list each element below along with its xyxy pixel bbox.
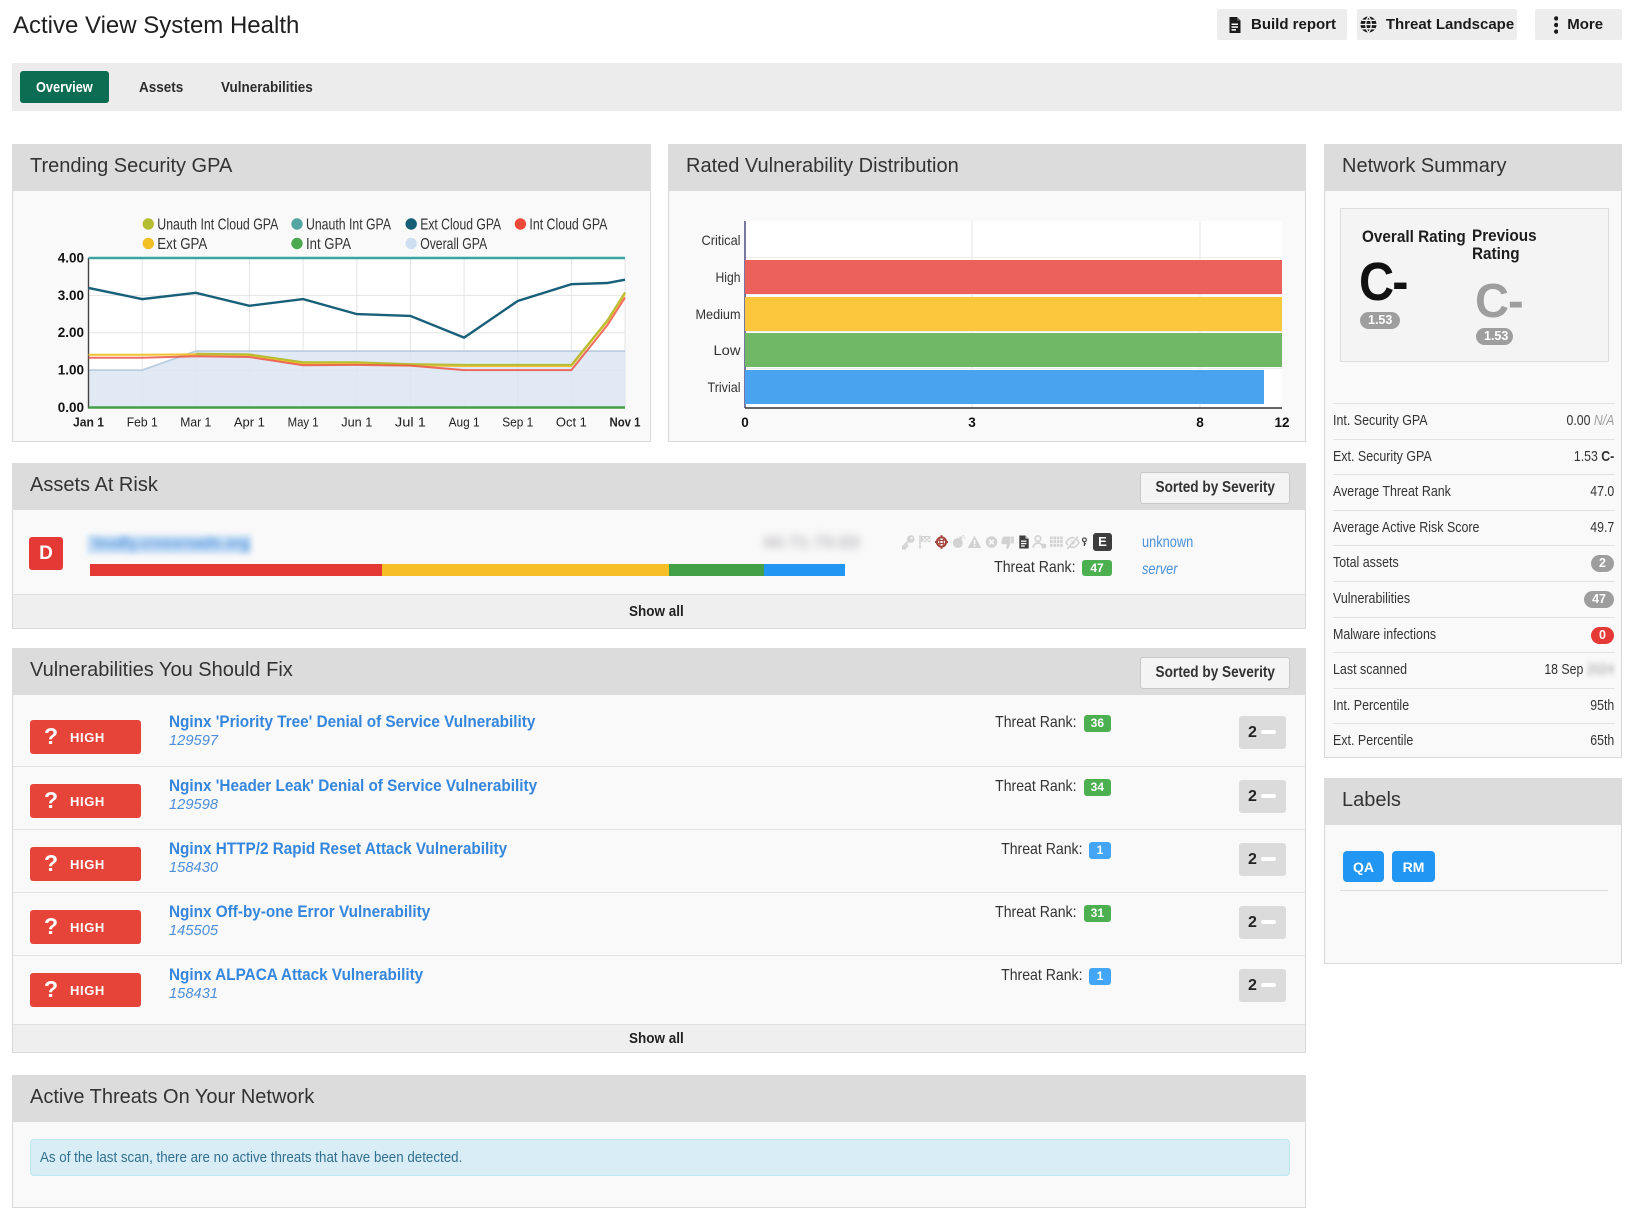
svg-text:8: 8 xyxy=(1196,415,1204,430)
svg-text:Jan 1: Jan 1 xyxy=(73,415,104,430)
svg-text:0.00: 0.00 xyxy=(58,400,84,415)
svg-text:Medium: Medium xyxy=(696,306,741,322)
svg-text:Int GPA: Int GPA xyxy=(306,236,351,253)
svg-text:Unauth Int GPA: Unauth Int GPA xyxy=(306,217,391,234)
svg-text:Apr 1: Apr 1 xyxy=(234,415,265,430)
svg-text:Nov 1: Nov 1 xyxy=(610,415,641,430)
svg-text:1.00: 1.00 xyxy=(58,363,84,378)
svg-text:Int Cloud GPA: Int Cloud GPA xyxy=(529,217,607,234)
svg-text:Jul 1: Jul 1 xyxy=(395,415,426,430)
svg-text:Critical: Critical xyxy=(702,232,741,248)
svg-text:3.00: 3.00 xyxy=(58,288,84,303)
svg-text:Trivial: Trivial xyxy=(708,379,741,395)
svg-text:Aug 1: Aug 1 xyxy=(449,415,480,430)
svg-text:2.00: 2.00 xyxy=(58,325,84,340)
svg-text:High: High xyxy=(716,269,741,285)
svg-text:Ext Cloud GPA: Ext Cloud GPA xyxy=(420,217,501,234)
svg-text:12: 12 xyxy=(1274,415,1289,430)
svg-text:Unauth Int Cloud GPA: Unauth Int Cloud GPA xyxy=(157,217,278,234)
svg-text:Oct 1: Oct 1 xyxy=(556,415,587,430)
svg-text:Low: Low xyxy=(714,342,742,358)
svg-text:3: 3 xyxy=(968,415,976,430)
svg-text:May 1: May 1 xyxy=(288,415,319,430)
svg-text:4.00: 4.00 xyxy=(58,251,84,266)
svg-text:Ext GPA: Ext GPA xyxy=(157,236,207,253)
svg-text:0: 0 xyxy=(741,415,749,430)
svg-text:Mar 1: Mar 1 xyxy=(180,415,211,430)
svg-text:Jun 1: Jun 1 xyxy=(341,415,372,430)
svg-text:Feb 1: Feb 1 xyxy=(127,415,158,430)
svg-text:Sep 1: Sep 1 xyxy=(502,415,533,430)
svg-text:Overall GPA: Overall GPA xyxy=(420,236,487,253)
